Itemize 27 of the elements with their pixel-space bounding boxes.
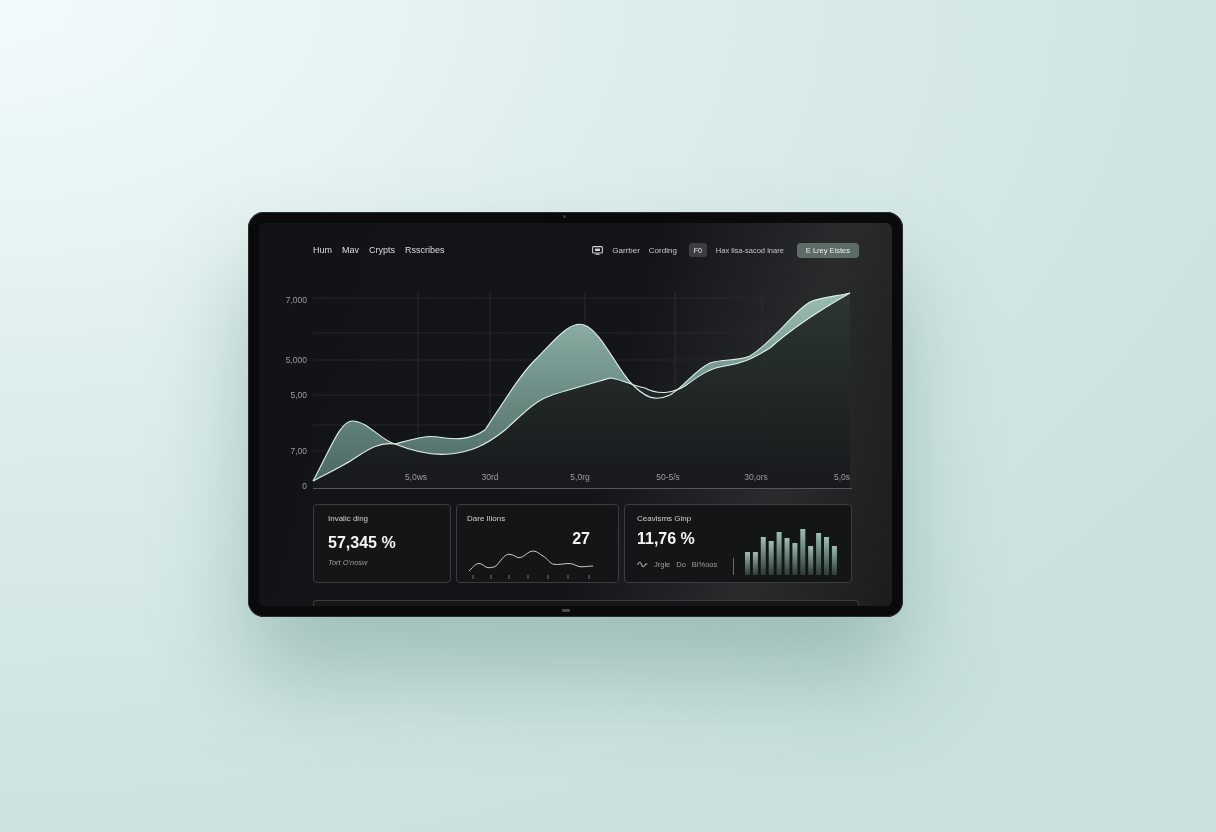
screen-icon[interactable] xyxy=(592,245,604,255)
nav-link[interactable]: Hum xyxy=(313,244,332,256)
nav-link[interactable]: Crypts xyxy=(369,244,396,256)
nav-link[interactable]: Mav xyxy=(342,244,360,256)
x-axis-label: 5,0ws xyxy=(404,472,428,482)
y-axis-label: 7,000 xyxy=(285,295,307,305)
y-axis-label: 5,00 xyxy=(290,390,307,400)
card-value: 27 xyxy=(572,530,590,548)
nav-link[interactable]: Cording xyxy=(648,244,677,256)
x-axis-label: 30,ors xyxy=(744,472,768,482)
y-axis-label: 5,000 xyxy=(285,355,307,365)
camera-dot-icon xyxy=(563,215,566,218)
x-axis-label: 5,0rg xyxy=(570,472,590,482)
card-title: Dare Ilions xyxy=(467,514,507,524)
nav-link[interactable]: Garrber xyxy=(612,244,640,256)
wave-icon xyxy=(637,561,648,568)
nav-link[interactable]: Rsscribes xyxy=(405,244,445,256)
y-axis-label: 0 xyxy=(302,481,307,491)
x-axis-label: 50-5/s xyxy=(656,472,680,482)
x-axis-label: 30rd xyxy=(481,472,499,482)
y-axis-label: 7,00 xyxy=(290,446,307,456)
card-title: Invalic ding xyxy=(328,514,370,524)
x-axis-label: 5,0s xyxy=(833,472,851,482)
card-title: Ceavisms Ginp xyxy=(637,514,693,524)
card-value: 11,76 % xyxy=(637,530,696,548)
card-value: 57,345 % xyxy=(328,534,397,552)
bezel-mark-icon xyxy=(562,609,570,612)
